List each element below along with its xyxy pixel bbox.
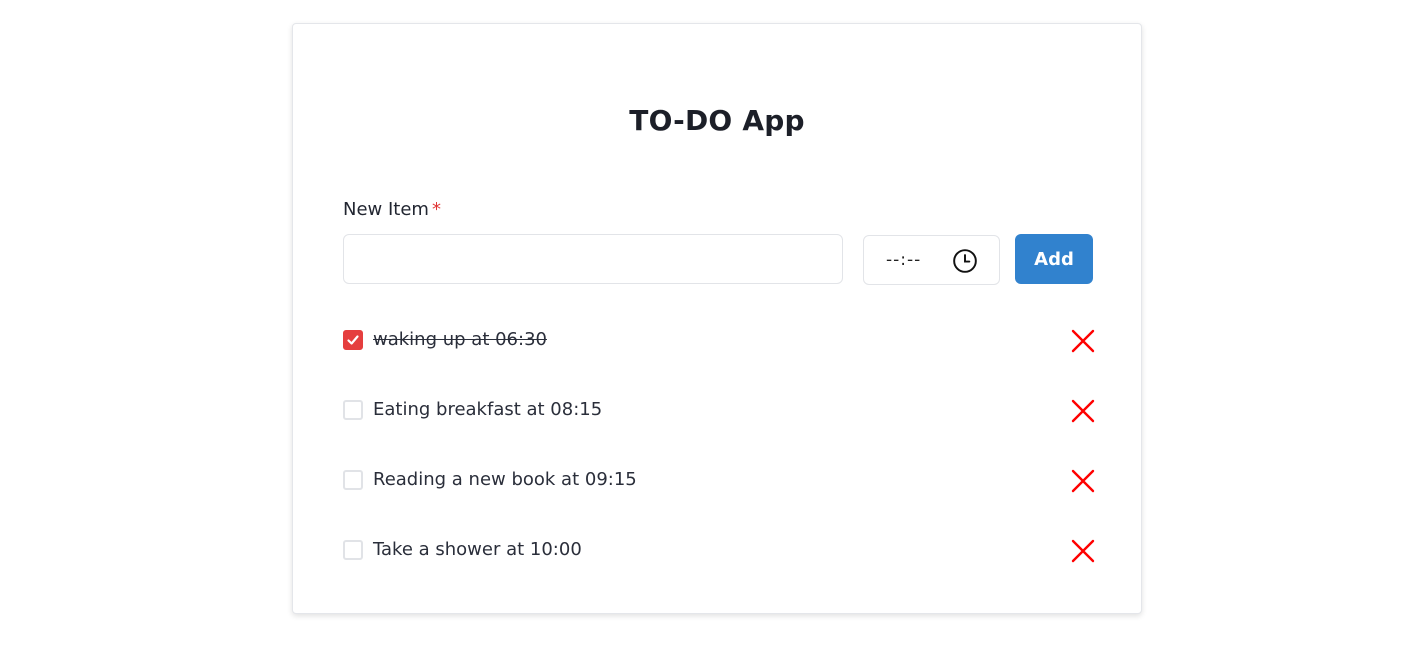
check-icon: [347, 335, 359, 345]
new-item-input[interactable]: [343, 234, 843, 284]
new-item-label-text: New Item: [343, 199, 429, 220]
todo-text: Take a shower at 10:00: [373, 539, 582, 560]
todo-text: Eating breakfast at 08:15: [373, 399, 603, 420]
new-item-label: New Item *: [343, 199, 441, 220]
add-button[interactable]: Add: [1015, 234, 1093, 284]
required-mark: *: [431, 199, 441, 220]
todo-list: waking up at 06:30 Eating breakfast at 0…: [343, 306, 1095, 586]
todo-checkbox[interactable]: [343, 330, 363, 350]
time-input-placeholder: --:--: [886, 250, 922, 270]
todo-item: waking up at 06:30: [343, 306, 1095, 376]
todo-card: TO-DO App New Item * --:-- Add waking up …: [292, 23, 1142, 614]
todo-item: Eating breakfast at 08:15: [343, 376, 1095, 446]
delete-icon[interactable]: [1071, 469, 1095, 493]
delete-icon[interactable]: [1071, 399, 1095, 423]
delete-icon[interactable]: [1071, 329, 1095, 353]
todo-checkbox[interactable]: [343, 540, 363, 560]
todo-checkbox[interactable]: [343, 400, 363, 420]
delete-icon[interactable]: [1071, 539, 1095, 563]
todo-checkbox[interactable]: [343, 470, 363, 490]
time-input[interactable]: --:--: [863, 235, 1000, 285]
todo-text: Reading a new book at 09:15: [373, 469, 637, 490]
clock-icon[interactable]: [952, 248, 978, 274]
page-title: TO-DO App: [629, 104, 805, 137]
todo-item: Take a shower at 10:00: [343, 516, 1095, 586]
todo-text: waking up at 06:30: [373, 329, 547, 350]
todo-item: Reading a new book at 09:15: [343, 446, 1095, 516]
